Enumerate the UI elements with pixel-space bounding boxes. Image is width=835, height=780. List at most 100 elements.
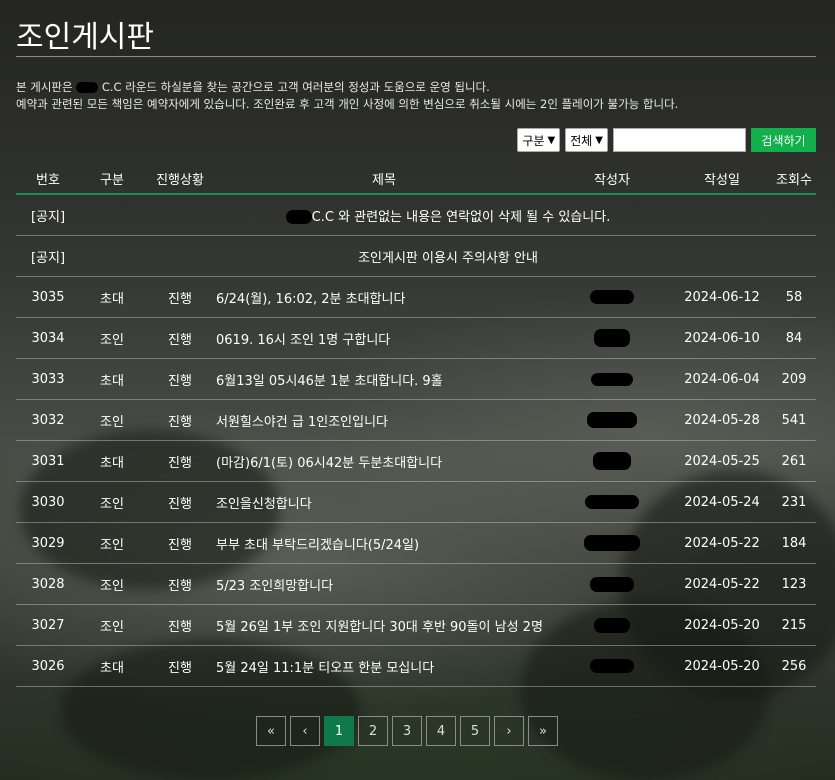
page-3-button[interactable]: 3: [392, 716, 422, 746]
row-title[interactable]: 5월 26일 1부 조인 지원합니다 30대 후반 90돌이 남성 2명: [216, 604, 552, 646]
page-title: 조인게시판: [16, 0, 816, 57]
row-category: 초대: [80, 645, 144, 687]
row-title[interactable]: 5월 24일 11:1분 티오프 한분 모십니다: [216, 645, 552, 687]
chevron-down-icon: ▼: [547, 134, 556, 146]
table-row[interactable]: 3031 초대 진행 (마감)6/1(토) 06시42분 두분초대합니다 202…: [16, 440, 816, 482]
redacted-author: [594, 617, 630, 633]
row-category: 초대: [80, 358, 144, 400]
page-1-button[interactable]: 1: [324, 716, 354, 746]
redacted-author: [587, 412, 637, 428]
row-number: 3033: [16, 358, 80, 400]
row-date: 2024-05-25: [672, 440, 772, 482]
row-views: 58: [772, 276, 816, 318]
table-row[interactable]: 3032 조인 진행 서원힐스야건 급 1인조인입니다 2024-05-28 5…: [16, 399, 816, 441]
search-button[interactable]: 검색하기: [751, 128, 816, 152]
row-date: 2024-05-22: [672, 522, 772, 564]
join-board: 조인게시판 본 게시판은 C.C 라운드 하실분을 찾는 공간으로 고객 여러분…: [16, 0, 816, 687]
row-status: 진행: [144, 481, 216, 523]
row-category: 조인: [80, 604, 144, 646]
row-author: [552, 399, 672, 441]
redacted-author: [585, 495, 639, 509]
row-date: 2024-05-24: [672, 481, 772, 523]
col-views: 조회수: [772, 163, 816, 195]
col-date: 작성일: [672, 163, 772, 195]
row-title[interactable]: 6월13일 05시46분 1분 초대합니다. 9홀: [216, 358, 552, 400]
row-number: 3027: [16, 604, 80, 646]
table-row[interactable]: 3026 초대 진행 5월 24일 11:1분 티오프 한분 모십니다 2024…: [16, 645, 816, 687]
table-row[interactable]: 3033 초대 진행 6월13일 05시46분 1분 초대합니다. 9홀 202…: [16, 358, 816, 400]
notice-row[interactable]: [공지] C.C 와 관련없는 내용은 연락없이 삭제 될 수 있습니다.: [16, 194, 816, 236]
notice-title[interactable]: C.C 와 관련없는 내용은 연락없이 삭제 될 수 있습니다.: [80, 194, 816, 236]
pagination: « ‹ 1 2 3 4 5 › »: [256, 716, 558, 746]
table-row[interactable]: 3029 조인 진행 부부 초대 부탁드리겠습니다(5/24일) 2024-05…: [16, 522, 816, 564]
row-author: [552, 522, 672, 564]
notice-title[interactable]: 조인게시판 이용시 주의사항 안내: [80, 235, 816, 277]
first-page-button[interactable]: «: [256, 716, 286, 746]
row-title[interactable]: 6/24(월), 16:02, 2분 초대합니다: [216, 276, 552, 318]
last-page-button[interactable]: »: [528, 716, 558, 746]
row-author: [552, 563, 672, 605]
row-category: 조인: [80, 399, 144, 441]
row-number: 3028: [16, 563, 80, 605]
board-table: 번호 구분 진행상황 제목 작성자 작성일 조회수 [공지] C.C 와 관련없…: [16, 163, 816, 687]
notice-line-1: 본 게시판은 C.C 라운드 하실분을 찾는 공간으로 고객 여러분의 정성과 …: [16, 80, 490, 94]
row-date: 2024-06-12: [672, 276, 772, 318]
row-views: 123: [772, 563, 816, 605]
row-author: [552, 317, 672, 359]
prev-page-button[interactable]: ‹: [290, 716, 320, 746]
row-status: 진행: [144, 399, 216, 441]
col-title: 제목: [216, 163, 552, 195]
page-5-button[interactable]: 5: [460, 716, 490, 746]
row-title[interactable]: 0619. 16시 조인 1명 구합니다: [216, 317, 552, 359]
page-2-button[interactable]: 2: [358, 716, 388, 746]
category-select[interactable]: 구분 ▼: [517, 128, 561, 152]
row-title[interactable]: 서원힐스야건 급 1인조인입니다: [216, 399, 552, 441]
row-views: 231: [772, 481, 816, 523]
row-category: 조인: [80, 317, 144, 359]
redacted-club-name: [76, 82, 99, 93]
row-category: 초대: [80, 276, 144, 318]
notice-row[interactable]: [공지] 조인게시판 이용시 주의사항 안내: [16, 235, 816, 277]
row-title[interactable]: 부부 초대 부탁드리겠습니다(5/24일): [216, 522, 552, 564]
redacted-author: [594, 329, 630, 347]
board-notice: 본 게시판은 C.C 라운드 하실분을 찾는 공간으로 고객 여러분의 정성과 …: [16, 79, 816, 113]
col-number: 번호: [16, 163, 80, 195]
table-row[interactable]: 3027 조인 진행 5월 26일 1부 조인 지원합니다 30대 후반 90돌…: [16, 604, 816, 646]
table-row[interactable]: 3028 조인 진행 5/23 조인희망합니다 2024-05-22 123: [16, 563, 816, 605]
row-number: 3029: [16, 522, 80, 564]
col-status: 진행상황: [144, 163, 216, 195]
row-views: 215: [772, 604, 816, 646]
page-4-button[interactable]: 4: [426, 716, 456, 746]
table-row[interactable]: 3034 조인 진행 0619. 16시 조인 1명 구합니다 2024-06-…: [16, 317, 816, 359]
table-row[interactable]: 3030 조인 진행 조인을신청합니다 2024-05-24 231: [16, 481, 816, 523]
redacted-author: [591, 372, 633, 386]
notice-tag: [공지]: [16, 235, 80, 277]
row-number: 3035: [16, 276, 80, 318]
row-title[interactable]: (마감)6/1(토) 06시42분 두분초대합니다: [216, 440, 552, 482]
redacted-author: [590, 576, 634, 592]
row-number: 3030: [16, 481, 80, 523]
row-date: 2024-05-28: [672, 399, 772, 441]
row-title[interactable]: 조인을신청합니다: [216, 481, 552, 523]
row-category: 조인: [80, 522, 144, 564]
status-select[interactable]: 전체 ▼: [565, 128, 608, 152]
redacted-author: [590, 659, 634, 673]
redacted-club-name: [285, 210, 312, 224]
row-status: 진행: [144, 276, 216, 318]
table-row[interactable]: 3035 초대 진행 6/24(월), 16:02, 2분 초대합니다 2024…: [16, 276, 816, 318]
row-date: 2024-06-10: [672, 317, 772, 359]
search-bar: 구분 ▼ 전체 ▼ 검색하기: [517, 128, 816, 153]
row-title[interactable]: 5/23 조인희망합니다: [216, 563, 552, 605]
next-page-button[interactable]: ›: [494, 716, 524, 746]
row-number: 3034: [16, 317, 80, 359]
row-author: [552, 604, 672, 646]
row-views: 84: [772, 317, 816, 359]
row-views: 261: [772, 440, 816, 482]
row-status: 진행: [144, 522, 216, 564]
search-input[interactable]: [613, 128, 746, 152]
row-date: 2024-06-04: [672, 358, 772, 400]
row-author: [552, 440, 672, 482]
col-author: 작성자: [552, 163, 672, 195]
row-date: 2024-05-20: [672, 645, 772, 687]
row-date: 2024-05-20: [672, 604, 772, 646]
